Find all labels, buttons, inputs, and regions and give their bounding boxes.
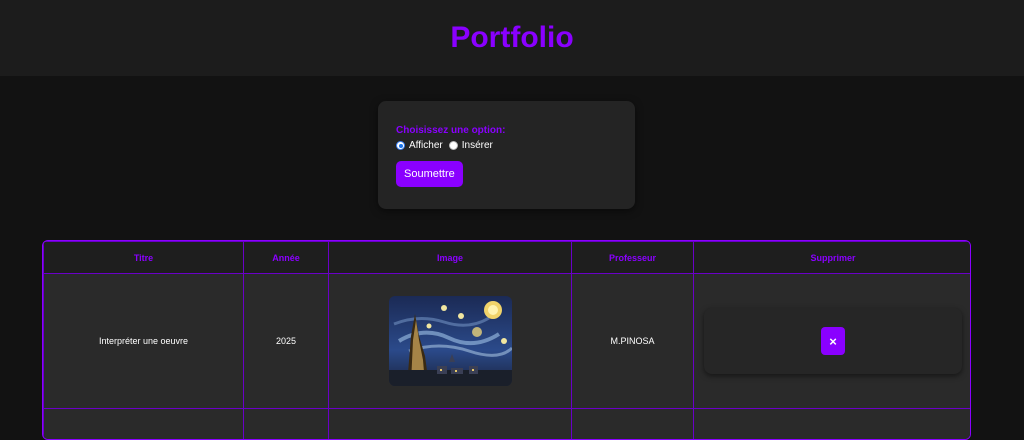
radio-group: Afficher Insérer [396,140,617,151]
column-header-professeur: Professeur [571,241,694,274]
cell-supprimer: × [693,273,970,409]
table-row: Interpréter une oeuvre 2025 M.PINOSA × [43,273,970,409]
column-header-annee: Année [243,241,329,274]
cell-empty [43,408,244,439]
column-header-titre: Titre [43,241,244,274]
close-icon: × [829,333,837,349]
submit-button[interactable]: Soumettre [396,161,463,187]
delete-button[interactable]: × [821,327,845,355]
table-row [43,408,970,439]
radio-inserer-label[interactable]: Insérer [462,140,493,151]
page-title: Portfolio [450,21,574,54]
cell-image [328,273,572,409]
option-form: Choisissez une option: Afficher Insérer … [378,101,635,209]
cell-professeur: M.PINOSA [571,273,694,409]
radio-afficher[interactable] [396,141,405,150]
cell-empty [243,408,329,439]
cell-empty [693,408,970,439]
table-header-row: Titre Année Image Professeur Supprimer [43,241,970,274]
cell-empty [571,408,694,439]
column-header-supprimer: Supprimer [693,241,970,274]
radio-afficher-label[interactable]: Afficher [409,140,443,151]
cell-titre: Interpréter une oeuvre [43,273,244,409]
portfolio-table: Titre Année Image Professeur Supprimer I… [42,240,971,440]
column-header-image: Image [328,241,572,274]
form-label: Choisissez une option: [396,125,506,136]
page-header: Portfolio [0,0,1024,76]
radio-inserer[interactable] [448,141,458,150]
starry-night-painting-image [388,296,512,386]
cell-empty [328,408,572,439]
cell-annee: 2025 [243,273,329,409]
delete-panel: × [704,308,962,374]
